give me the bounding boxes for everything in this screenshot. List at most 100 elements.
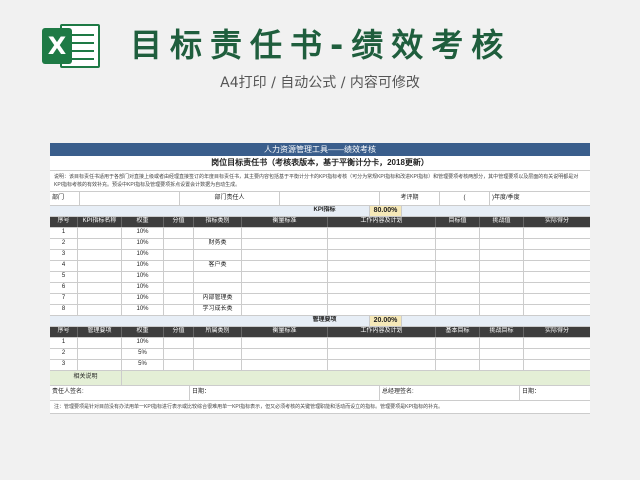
table-cell[interactable] — [436, 250, 480, 260]
table-cell[interactable] — [524, 294, 590, 304]
table-cell[interactable] — [524, 305, 590, 315]
weight-cell[interactable]: 10% — [122, 294, 164, 304]
table-cell[interactable] — [480, 261, 524, 271]
table-cell[interactable] — [164, 294, 194, 304]
table-cell[interactable] — [164, 338, 194, 348]
table-cell[interactable] — [328, 283, 436, 293]
category-cell[interactable] — [194, 272, 242, 282]
table-cell[interactable] — [242, 250, 328, 260]
weight-cell[interactable]: 10% — [122, 250, 164, 260]
weight-cell[interactable]: 5% — [122, 360, 164, 370]
table-cell[interactable] — [242, 272, 328, 282]
table-cell[interactable] — [524, 239, 590, 249]
table-cell[interactable] — [242, 283, 328, 293]
table-cell[interactable] — [242, 228, 328, 238]
table-cell[interactable] — [242, 349, 328, 359]
table-cell[interactable] — [78, 349, 122, 359]
table-cell[interactable] — [164, 228, 194, 238]
table-cell[interactable] — [194, 338, 242, 348]
table-cell[interactable] — [78, 338, 122, 348]
table-cell[interactable] — [328, 272, 436, 282]
table-cell[interactable] — [242, 360, 328, 370]
table-cell[interactable] — [480, 250, 524, 260]
table-cell[interactable] — [242, 338, 328, 348]
table-cell[interactable] — [78, 239, 122, 249]
table-cell[interactable] — [328, 305, 436, 315]
table-cell[interactable] — [328, 228, 436, 238]
table-cell[interactable] — [436, 305, 480, 315]
owner-cell[interactable] — [280, 192, 380, 205]
table-cell[interactable] — [480, 338, 524, 348]
table-cell[interactable] — [436, 360, 480, 370]
table-cell[interactable] — [328, 294, 436, 304]
table-cell[interactable] — [436, 228, 480, 238]
table-cell[interactable] — [480, 360, 524, 370]
table-cell[interactable] — [164, 305, 194, 315]
table-cell[interactable] — [242, 261, 328, 271]
table-cell[interactable] — [480, 239, 524, 249]
weight-cell[interactable]: 10% — [122, 338, 164, 348]
table-cell[interactable] — [524, 272, 590, 282]
table-cell[interactable] — [242, 239, 328, 249]
table-cell[interactable] — [78, 272, 122, 282]
table-cell[interactable] — [524, 349, 590, 359]
weight-cell[interactable]: 10% — [122, 305, 164, 315]
table-cell[interactable] — [164, 360, 194, 370]
table-cell[interactable] — [524, 228, 590, 238]
table-cell[interactable] — [164, 349, 194, 359]
table-cell[interactable] — [480, 305, 524, 315]
category-cell[interactable] — [194, 228, 242, 238]
table-cell[interactable] — [524, 250, 590, 260]
table-cell[interactable] — [78, 228, 122, 238]
table-cell[interactable] — [164, 250, 194, 260]
table-cell[interactable] — [480, 349, 524, 359]
category-cell[interactable] — [194, 250, 242, 260]
table-cell[interactable] — [480, 228, 524, 238]
category-cell[interactable]: 学习成长类 — [194, 305, 242, 315]
table-cell[interactable] — [164, 261, 194, 271]
table-cell[interactable] — [328, 261, 436, 271]
table-cell[interactable] — [480, 294, 524, 304]
table-cell[interactable] — [78, 261, 122, 271]
table-cell[interactable] — [78, 360, 122, 370]
weight-cell[interactable]: 5% — [122, 349, 164, 359]
weight-cell[interactable]: 10% — [122, 261, 164, 271]
table-cell[interactable] — [328, 349, 436, 359]
remark-cell[interactable] — [122, 371, 590, 385]
table-cell[interactable] — [480, 283, 524, 293]
table-cell[interactable] — [194, 360, 242, 370]
table-cell[interactable] — [78, 250, 122, 260]
table-cell[interactable] — [524, 338, 590, 348]
table-cell[interactable] — [164, 272, 194, 282]
table-cell[interactable] — [436, 272, 480, 282]
table-cell[interactable] — [78, 283, 122, 293]
category-cell[interactable] — [194, 283, 242, 293]
table-cell[interactable] — [78, 294, 122, 304]
category-cell[interactable]: 内部管理类 — [194, 294, 242, 304]
table-cell[interactable] — [78, 305, 122, 315]
table-cell[interactable] — [164, 283, 194, 293]
table-cell[interactable] — [242, 294, 328, 304]
table-cell[interactable] — [524, 261, 590, 271]
table-cell[interactable] — [164, 239, 194, 249]
table-cell[interactable] — [328, 239, 436, 249]
table-cell[interactable] — [436, 239, 480, 249]
table-cell[interactable] — [436, 283, 480, 293]
category-cell[interactable]: 财务类 — [194, 239, 242, 249]
table-cell[interactable] — [436, 338, 480, 348]
weight-cell[interactable]: 10% — [122, 239, 164, 249]
table-cell[interactable] — [436, 261, 480, 271]
weight-cell[interactable]: 10% — [122, 272, 164, 282]
table-cell[interactable] — [480, 272, 524, 282]
weight-cell[interactable]: 10% — [122, 228, 164, 238]
table-cell[interactable] — [328, 360, 436, 370]
table-cell[interactable] — [524, 283, 590, 293]
table-cell[interactable] — [524, 360, 590, 370]
dept-cell[interactable] — [80, 192, 180, 205]
table-cell[interactable] — [194, 349, 242, 359]
table-cell[interactable] — [242, 305, 328, 315]
table-cell[interactable] — [436, 349, 480, 359]
table-cell[interactable] — [328, 338, 436, 348]
weight-cell[interactable]: 10% — [122, 283, 164, 293]
table-cell[interactable] — [436, 294, 480, 304]
